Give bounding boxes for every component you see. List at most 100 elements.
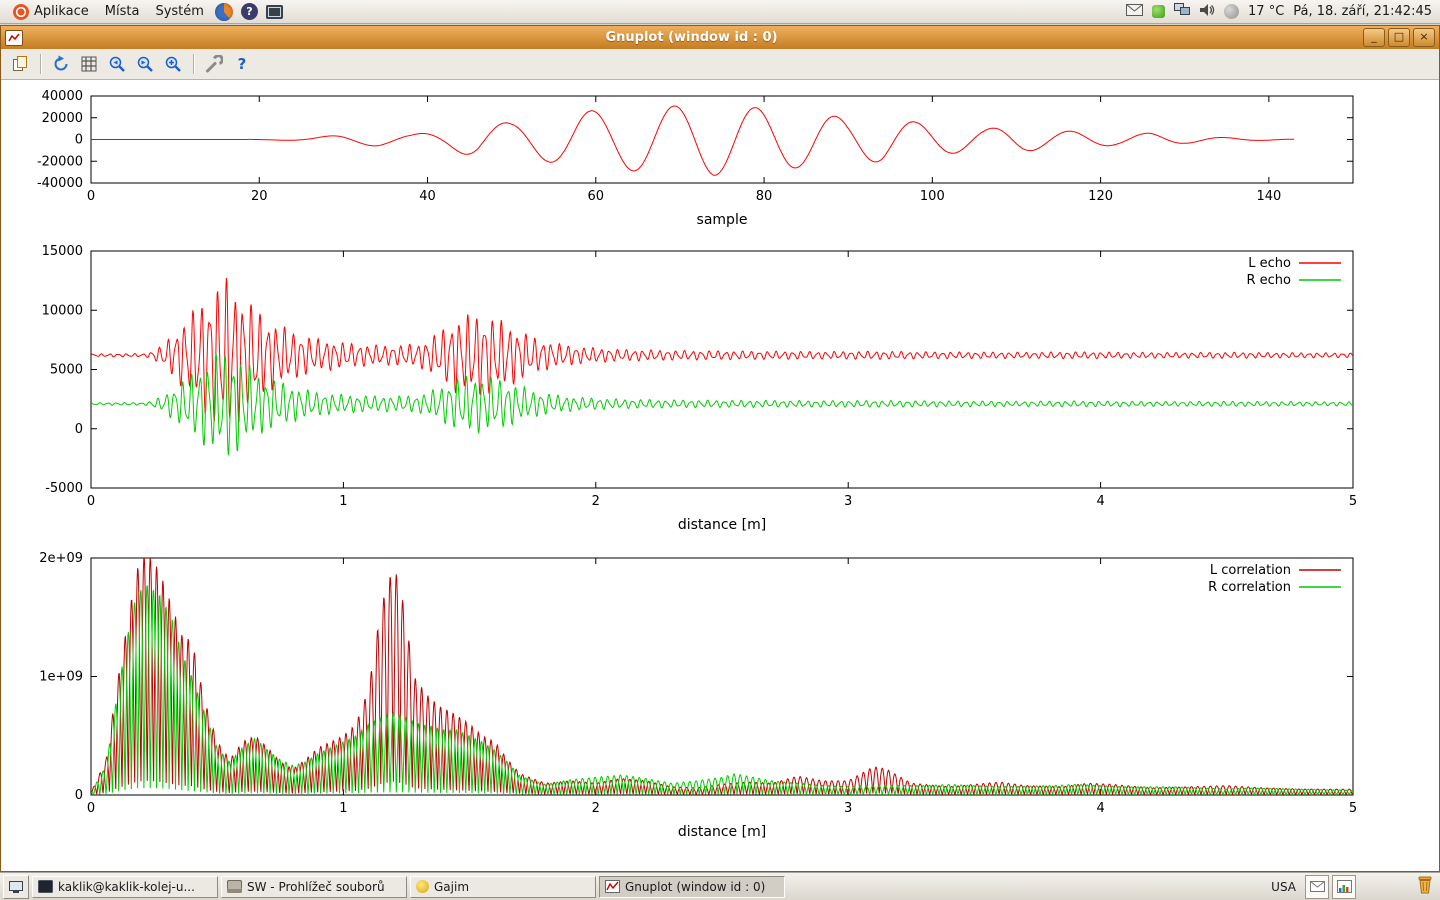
svg-text:1: 1 — [339, 801, 347, 816]
panel-left: Aplikace Místa Systém ? — [5, 0, 287, 23]
temperature-label[interactable]: 17 °C — [1248, 4, 1284, 19]
network-applet[interactable] — [1174, 3, 1190, 20]
weather-icon[interactable] — [1224, 4, 1239, 19]
grid-icon — [81, 56, 97, 72]
svg-text:-40000: -40000 — [37, 176, 83, 191]
taskbar-item-terminal[interactable]: kaklik@kaklik-kolej-u... — [32, 876, 218, 898]
plot-canvas: 020406080100120140-40000-200000200004000… — [1, 80, 1439, 871]
window-titlebar[interactable]: Gnuplot (window id : 0) _ □ × — [1, 26, 1439, 49]
correlation-plot[interactable]: 01234501e+092e+09distance [m]L correlati… — [1, 546, 1439, 848]
svg-text:-5000: -5000 — [45, 481, 83, 496]
svg-text:0: 0 — [87, 494, 95, 509]
applications-menu-label: Aplikace — [34, 4, 89, 19]
svg-text:1e+09: 1e+09 — [39, 670, 83, 685]
places-menu[interactable]: Místa — [97, 0, 148, 23]
trash-icon — [1415, 875, 1435, 895]
help-button[interactable]: ? — [229, 52, 255, 76]
tray-mail-icon — [1310, 881, 1325, 892]
desktop: Aplikace Místa Systém ? — [0, 0, 1440, 900]
svg-text:L echo: L echo — [1248, 256, 1291, 271]
taskbar-item-label: Gnuplot (window id : 0) — [625, 880, 765, 894]
svg-text:R correlation: R correlation — [1208, 580, 1291, 595]
svg-text:5: 5 — [1349, 494, 1357, 509]
echo-plot[interactable]: 012345-5000050001000015000distance [m]L … — [1, 240, 1439, 540]
taskbar-item-gnuplot[interactable]: Gnuplot (window id : 0) — [599, 876, 785, 898]
svg-text:1: 1 — [339, 494, 347, 509]
maximize-button[interactable]: □ — [1388, 28, 1410, 47]
svg-text:0: 0 — [75, 422, 83, 437]
svg-text:0: 0 — [75, 788, 83, 803]
svg-text:3: 3 — [844, 801, 852, 816]
network-computers-icon — [1174, 3, 1190, 16]
svg-text:10000: 10000 — [42, 303, 83, 318]
terminal-icon — [38, 880, 53, 893]
svg-text:40: 40 — [419, 189, 436, 204]
minimize-button[interactable]: _ — [1363, 28, 1385, 47]
taskbar-item-file-manager[interactable]: SW - Prohlížeč souborů — [221, 876, 407, 898]
show-desktop-button[interactable] — [3, 875, 29, 899]
file-manager-icon — [227, 880, 242, 893]
gnuplot-window: Gnuplot (window id : 0) _ □ × — [0, 25, 1440, 872]
replot-button[interactable] — [48, 52, 74, 76]
show-desktop-icon — [9, 881, 23, 893]
svg-text:-20000: -20000 — [37, 154, 83, 169]
svg-text:60: 60 — [588, 189, 605, 204]
firefox-icon — [215, 3, 233, 21]
svg-text:L correlation: L correlation — [1210, 563, 1291, 578]
toggle-grid-button[interactable] — [76, 52, 102, 76]
taskbar-item-gajim[interactable]: Gajim — [410, 876, 596, 898]
window-title: Gnuplot (window id : 0) — [23, 30, 1360, 45]
tray-mail[interactable] — [1305, 875, 1329, 899]
gajim-icon — [416, 880, 429, 893]
toolbar-separator — [193, 54, 194, 74]
help-icon: ? — [241, 3, 258, 20]
svg-text:R echo: R echo — [1246, 273, 1291, 288]
toolbar-separator — [40, 54, 41, 74]
svg-text:sample: sample — [697, 212, 748, 228]
bottom-taskbar: kaklik@kaklik-kolej-u... SW - Prohlížeč … — [0, 872, 1440, 900]
gnuplot-window-icon[interactable] — [5, 30, 23, 46]
screenshot-launcher[interactable] — [265, 2, 284, 21]
keyboard-layout-indicator[interactable]: USA — [1265, 880, 1302, 894]
autoscale-button[interactable] — [160, 52, 186, 76]
svg-text:distance [m]: distance [m] — [678, 824, 766, 840]
zoom-next-button[interactable] — [132, 52, 158, 76]
tray-monitor[interactable] — [1332, 875, 1356, 899]
svg-text:20000: 20000 — [42, 111, 83, 126]
svg-text:20: 20 — [251, 189, 268, 204]
gnome-top-panel: Aplikace Místa Systém ? — [0, 0, 1440, 24]
presence-applet-icon[interactable] — [1152, 5, 1165, 18]
mail-applet[interactable] — [1126, 4, 1143, 20]
svg-text:3: 3 — [844, 494, 852, 509]
svg-text:2: 2 — [592, 494, 600, 509]
firefox-launcher[interactable] — [215, 2, 234, 21]
zoom-next-icon — [136, 55, 154, 73]
zoom-previous-button[interactable] — [104, 52, 130, 76]
svg-text:2e+09: 2e+09 — [39, 551, 83, 566]
places-menu-label: Místa — [105, 4, 140, 19]
wrench-icon — [205, 55, 223, 73]
autoscale-icon — [164, 55, 182, 73]
trash-applet[interactable] — [1415, 875, 1435, 899]
system-menu[interactable]: Systém — [147, 0, 211, 23]
mail-icon — [1126, 4, 1143, 16]
svg-text:5000: 5000 — [50, 363, 83, 378]
clock-applet[interactable]: Pá, 18. září, 21:42:45 — [1293, 4, 1432, 19]
copy-to-clipboard-button[interactable] — [7, 52, 33, 76]
zoom-previous-icon — [108, 55, 126, 73]
close-button[interactable]: × — [1413, 28, 1435, 47]
volume-applet[interactable] — [1199, 3, 1215, 21]
sample-plot[interactable]: 020406080100120140-40000-200000200004000… — [1, 86, 1439, 232]
replot-icon — [52, 55, 70, 73]
tray-monitor-icon — [1337, 880, 1352, 893]
svg-text:120: 120 — [1088, 189, 1113, 204]
settings-button[interactable] — [201, 52, 227, 76]
svg-text:100: 100 — [920, 189, 945, 204]
ubuntu-logo-icon — [13, 4, 29, 20]
applications-menu[interactable]: Aplikace — [5, 0, 97, 23]
svg-text:80: 80 — [756, 189, 773, 204]
help-launcher[interactable]: ? — [240, 2, 259, 21]
svg-text:0: 0 — [75, 133, 83, 148]
system-menu-label: Systém — [155, 4, 203, 19]
taskbar-item-label: kaklik@kaklik-kolej-u... — [58, 880, 195, 894]
